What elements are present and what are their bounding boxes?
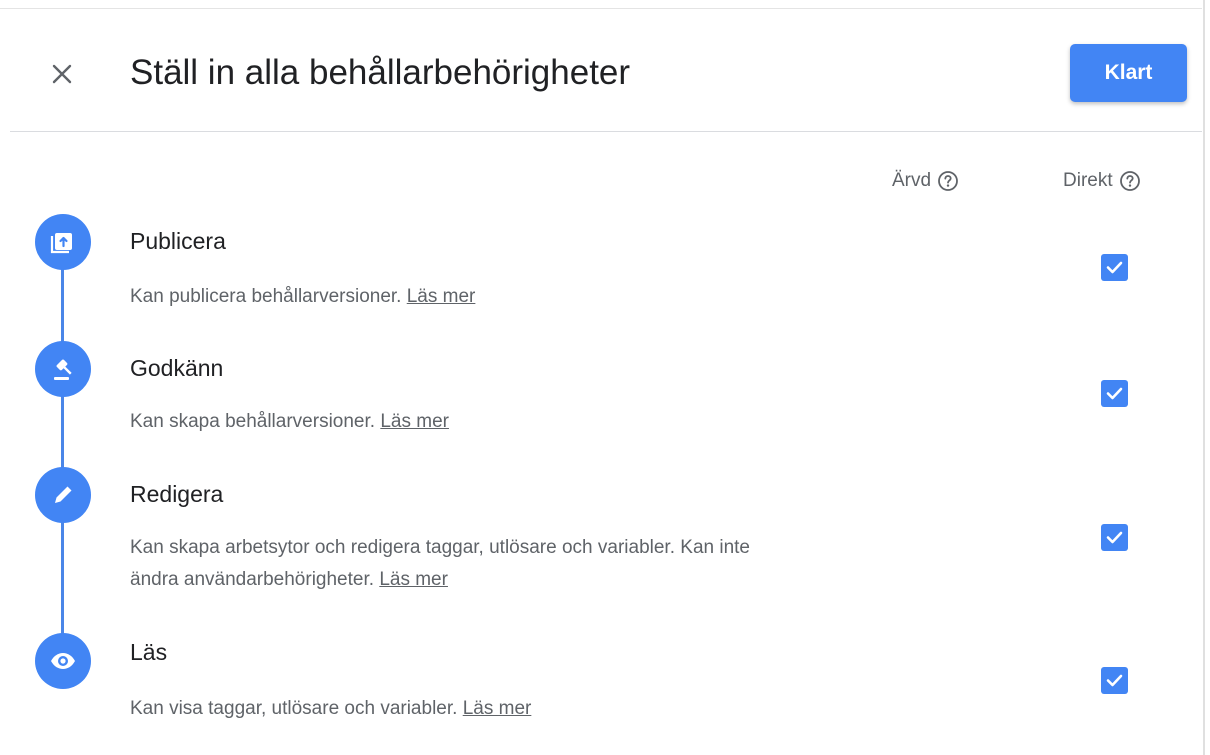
column-label-inherited: Ärvd xyxy=(892,170,932,191)
pencil-icon xyxy=(35,467,91,523)
column-label-direct: Direkt xyxy=(1063,170,1113,191)
direct-checkbox[interactable] xyxy=(1101,380,1128,407)
permission-description-text: Kan publicera behållarversioner. xyxy=(130,286,402,307)
direct-checkbox[interactable] xyxy=(1101,524,1128,551)
column-header-inherited: Ärvd xyxy=(892,170,959,192)
top-border xyxy=(0,8,1202,9)
permission-title: Godkänn xyxy=(130,355,224,381)
publish-icon xyxy=(35,214,91,270)
column-header-direct: Direkt xyxy=(1063,170,1141,192)
learn-more-link[interactable]: Läs mer xyxy=(407,286,476,307)
permission-description: Kan visa taggar, utlösare och variabler.… xyxy=(130,693,790,725)
checkmark-icon xyxy=(1106,531,1123,544)
permission-description: Kan publicera behållarversioner. Läs mer xyxy=(130,281,790,313)
direct-checkbox[interactable] xyxy=(1101,254,1128,281)
close-icon xyxy=(52,64,72,84)
help-circle-icon[interactable] xyxy=(937,170,959,192)
learn-more-link[interactable]: Läs mer xyxy=(379,569,448,590)
permission-title: Publicera xyxy=(130,228,226,254)
right-border xyxy=(1203,0,1205,755)
permission-description-text: Kan skapa behållarversioner. xyxy=(130,411,376,432)
permission-timeline xyxy=(61,240,64,660)
done-button[interactable]: Klart xyxy=(1070,44,1187,102)
permission-description: Kan skapa arbetsytor och redigera taggar… xyxy=(130,532,790,596)
eye-icon xyxy=(35,633,91,689)
permission-title: Redigera xyxy=(130,481,224,507)
close-button[interactable] xyxy=(44,56,80,92)
header-divider xyxy=(10,131,1202,132)
help-circle-icon[interactable] xyxy=(1119,170,1141,192)
checkmark-icon xyxy=(1106,261,1123,274)
permission-description: Kan skapa behållarversioner. Läs mer xyxy=(130,406,790,438)
permission-title: Läs xyxy=(130,639,168,665)
direct-checkbox[interactable] xyxy=(1101,667,1128,694)
learn-more-link[interactable]: Läs mer xyxy=(463,698,532,719)
checkmark-icon xyxy=(1106,387,1123,400)
checkmark-icon xyxy=(1106,674,1123,687)
dialog-title: Ställ in alla behållarbehörigheter xyxy=(130,53,631,92)
gavel-icon xyxy=(35,341,91,397)
permission-description-text: Kan visa taggar, utlösare och variabler. xyxy=(130,698,458,719)
learn-more-link[interactable]: Läs mer xyxy=(380,411,449,432)
